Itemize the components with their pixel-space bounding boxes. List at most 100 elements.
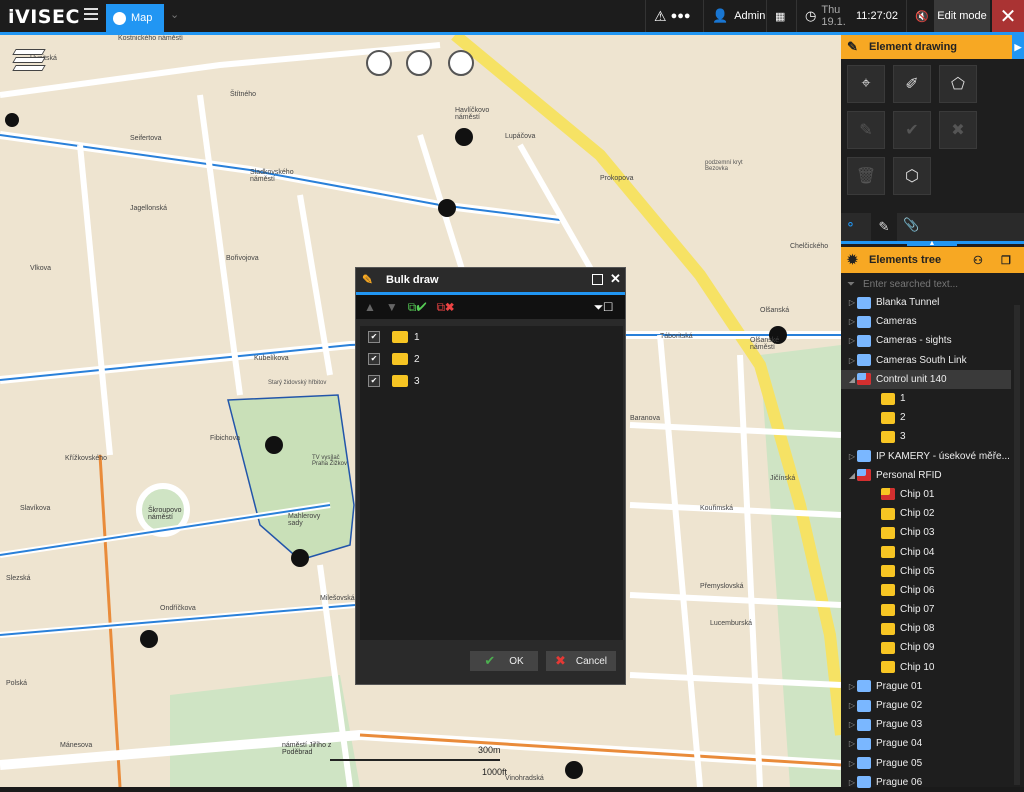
mute-button[interactable]: 🔇	[906, 0, 934, 32]
tree-item[interactable]: ▷ Prague 05	[841, 754, 1011, 773]
expand-arrow-icon[interactable]: ▷	[847, 759, 857, 768]
filter-toggle-icon[interactable]: ⏷☐	[594, 300, 613, 315]
expand-arrow-icon[interactable]: ▷	[847, 739, 857, 748]
tree-item[interactable]: ▷ IP KAMERY - úsekové měře...	[841, 447, 1011, 466]
tree-item[interactable]: 2	[841, 408, 1011, 427]
pencil-icon: ✎	[859, 122, 873, 139]
expand-arrow-icon[interactable]: ▷	[847, 452, 857, 461]
tab-attachments[interactable]: 📎	[903, 217, 919, 233]
map-label: Škroupovo náměstí	[148, 507, 182, 521]
chip-icon	[881, 526, 895, 539]
deselect-all-icon[interactable]: ⧉✖	[437, 300, 455, 315]
tab-map[interactable]: Map	[106, 4, 164, 32]
tree-item[interactable]: ◢ Control unit 140	[841, 369, 1011, 389]
tree-item[interactable]: Chip 06	[841, 581, 1011, 600]
user-button[interactable]: 👤 Admin	[703, 0, 765, 32]
tree-item[interactable]: Chip 04	[841, 542, 1011, 561]
tree-item[interactable]: 1	[841, 389, 1011, 408]
list-item[interactable]: ✔ 1	[360, 326, 623, 348]
ok-button[interactable]: ✔ OK	[470, 651, 538, 671]
move-up-icon[interactable]: ▲	[364, 300, 376, 314]
rotate-right-icon[interactable]	[448, 50, 474, 76]
list-item[interactable]: ✔ 2	[360, 348, 623, 370]
map-label: Sladkovského náměstí	[250, 169, 294, 183]
tree-item[interactable]: ◢ Personal RFID	[841, 466, 1011, 485]
tree-item[interactable]: Chip 08	[841, 619, 1011, 638]
expand-arrow-icon[interactable]: ▷	[847, 778, 857, 787]
tree-item-label: Prague 02	[876, 700, 923, 712]
drawing-icon: ✎	[878, 219, 890, 234]
camera-group-icon	[857, 718, 871, 731]
tree-item[interactable]: ▷ Cameras	[841, 312, 1011, 331]
expand-arrow-icon[interactable]: ▷	[847, 682, 857, 691]
close-button[interactable]: ✕	[992, 0, 1024, 32]
tree-item[interactable]: Chip 02	[841, 504, 1011, 523]
expand-arrow-icon[interactable]: ▷	[847, 336, 857, 345]
tree-item[interactable]: 3	[841, 427, 1011, 446]
layout-button[interactable]: ▦	[766, 0, 794, 32]
expand-arrow-icon[interactable]: ▷	[847, 720, 857, 729]
row-checkbox[interactable]: ✔	[368, 353, 380, 365]
tree-scrollbar[interactable]	[1014, 305, 1020, 785]
tree-item[interactable]: ▷ Cameras - sights	[841, 331, 1011, 350]
close-icon[interactable]: ✕	[610, 271, 621, 287]
tab-nodes[interactable]: ⚬	[845, 217, 865, 237]
edit-button[interactable]: ✎	[847, 111, 885, 149]
polygon-tool-button[interactable]: ⬠	[939, 65, 977, 103]
menu-icon[interactable]	[84, 8, 98, 22]
confirm-button[interactable]: ✔	[893, 111, 931, 149]
map-label: Milešovská	[320, 595, 355, 602]
move-down-icon[interactable]: ▼	[386, 300, 398, 314]
edit-mode-button[interactable]: Edit mode	[934, 0, 990, 32]
tree-item[interactable]: ▷ Cameras South Link	[841, 351, 1011, 370]
map-label: Vlkova	[30, 265, 52, 272]
tree-item[interactable]: Chip 09	[841, 638, 1011, 657]
windows-icon[interactable]: ❐	[1001, 254, 1011, 267]
tree-item[interactable]: ▷ Blanka Tunnel	[841, 293, 1011, 312]
alerts-button[interactable]: ⚠ ●●●	[645, 0, 700, 32]
expand-arrow-icon[interactable]: ◢	[847, 471, 857, 480]
discard-button[interactable]: ✖	[939, 111, 977, 149]
point-tool-button[interactable]: ⌖	[847, 65, 885, 103]
row-checkbox[interactable]: ✔	[368, 375, 380, 387]
expand-arrow-icon[interactable]: ▷	[847, 701, 857, 710]
tree-item-label: Control unit 140	[876, 373, 947, 385]
tree-item-label: Prague 03	[876, 719, 923, 731]
tree-item[interactable]: Chip 05	[841, 562, 1011, 581]
collapse-arrow-icon[interactable]: ▶	[1012, 35, 1024, 59]
shape-tool-button[interactable]: ⬡	[893, 157, 931, 195]
maximize-icon[interactable]	[592, 274, 603, 285]
tree-item[interactable]: ▷ Prague 06	[841, 773, 1011, 792]
collapse-up-icon[interactable]: ▲	[907, 240, 957, 247]
tree-item[interactable]: Chip 01	[841, 485, 1011, 504]
tree-item[interactable]: ▷ Prague 02	[841, 696, 1011, 715]
map-label: Fibichova	[210, 435, 240, 442]
expand-arrow-icon[interactable]: ▷	[847, 356, 857, 365]
expand-arrow-icon[interactable]: ▷	[847, 317, 857, 326]
camera-group-icon	[857, 757, 871, 770]
tree-item[interactable]: ▷ Prague 01	[841, 677, 1011, 696]
row-checkbox[interactable]: ✔	[368, 331, 380, 343]
expand-arrow-icon[interactable]: ▷	[847, 298, 857, 307]
expand-arrow-icon[interactable]: ◢	[847, 375, 857, 384]
map-label: Ondříčkova	[160, 605, 196, 612]
tree-item[interactable]: ▷ Prague 03	[841, 715, 1011, 734]
cancel-button[interactable]: ✖ Cancel	[546, 651, 616, 671]
layers-icon[interactable]	[12, 49, 46, 73]
rotate-left-icon[interactable]	[406, 50, 432, 76]
polyline-tool-button[interactable]: ✐	[893, 65, 931, 103]
hierarchy-icon[interactable]: ⚇	[973, 254, 983, 267]
list-item[interactable]: ✔ 3	[360, 370, 623, 392]
select-all-icon[interactable]: ⧉✔	[408, 300, 427, 315]
globe-map-icon[interactable]	[366, 50, 392, 76]
x-icon: ✖	[554, 653, 566, 668]
map-label: náměstí Jiřího z Poděbrad	[282, 742, 332, 756]
tree-item[interactable]: Chip 03	[841, 523, 1011, 542]
delete-button[interactable]: 🗑	[847, 157, 885, 195]
tree-item[interactable]: Chip 07	[841, 600, 1011, 619]
chevron-down-icon[interactable]: ⌄	[170, 8, 179, 21]
tab-drawing[interactable]: ✎	[871, 213, 897, 241]
tree-item[interactable]: Chip 10	[841, 658, 1011, 677]
tree-search-input[interactable]: ⏷ Enter searched text...	[841, 275, 1024, 293]
tree-item[interactable]: ▷ Prague 04	[841, 734, 1011, 753]
